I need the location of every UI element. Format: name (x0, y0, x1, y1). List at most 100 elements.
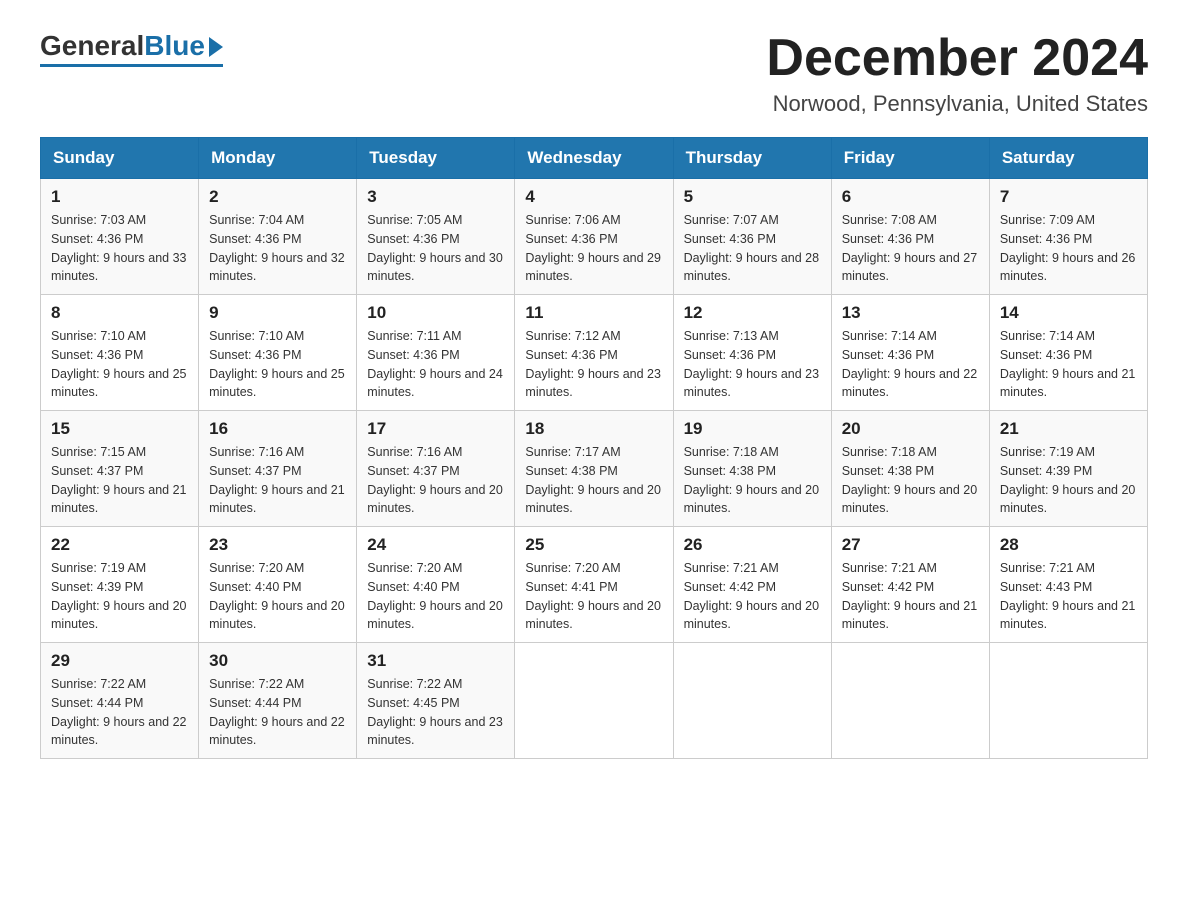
day-info: Sunrise: 7:16 AMSunset: 4:37 PMDaylight:… (367, 443, 504, 518)
day-info: Sunrise: 7:10 AMSunset: 4:36 PMDaylight:… (51, 327, 188, 402)
day-info: Sunrise: 7:22 AMSunset: 4:45 PMDaylight:… (367, 675, 504, 750)
weekday-header-monday: Monday (199, 138, 357, 179)
calendar-day-cell: 13Sunrise: 7:14 AMSunset: 4:36 PMDayligh… (831, 295, 989, 411)
day-number: 26 (684, 535, 821, 555)
day-info: Sunrise: 7:11 AMSunset: 4:36 PMDaylight:… (367, 327, 504, 402)
day-number: 5 (684, 187, 821, 207)
day-number: 30 (209, 651, 346, 671)
day-info: Sunrise: 7:18 AMSunset: 4:38 PMDaylight:… (842, 443, 979, 518)
calendar-day-cell: 27 Sunrise: 7:21 AMSunset: 4:42 PMDayligh… (831, 527, 989, 643)
day-number: 6 (842, 187, 979, 207)
weekday-header-sunday: Sunday (41, 138, 199, 179)
logo-blue-text: Blue (144, 30, 205, 62)
calendar-week-row: 15 Sunrise: 7:15 AMSunset: 4:37 PMDayligh… (41, 411, 1148, 527)
calendar-day-cell: 16 Sunrise: 7:16 AMSunset: 4:37 PMDayligh… (199, 411, 357, 527)
day-info: Sunrise: 7:14 AMSunset: 4:36 PMDaylight:… (1000, 327, 1137, 402)
day-info: Sunrise: 7:15 AMSunset: 4:37 PMDaylight:… (51, 443, 188, 518)
day-number: 24 (367, 535, 504, 555)
calendar-day-cell: 14 Sunrise: 7:14 AMSunset: 4:36 PMDayligh… (989, 295, 1147, 411)
calendar-day-cell (831, 643, 989, 759)
day-info: Sunrise: 7:19 AMSunset: 4:39 PMDaylight:… (1000, 443, 1137, 518)
day-number: 19 (684, 419, 821, 439)
day-info: Sunrise: 7:21 AMSunset: 4:42 PMDaylight:… (842, 559, 979, 634)
day-info: Sunrise: 7:03 AMSunset: 4:36 PMDaylight:… (51, 211, 188, 286)
month-year-title: December 2024 (766, 30, 1148, 87)
day-info: Sunrise: 7:09 AMSunset: 4:36 PMDaylight:… (1000, 211, 1137, 286)
day-info: Sunrise: 7:21 AMSunset: 4:43 PMDaylight:… (1000, 559, 1137, 634)
day-number: 16 (209, 419, 346, 439)
weekday-header-friday: Friday (831, 138, 989, 179)
logo-general-text: General (40, 30, 144, 62)
calendar-day-cell: 15 Sunrise: 7:15 AMSunset: 4:37 PMDayligh… (41, 411, 199, 527)
day-number: 27 (842, 535, 979, 555)
calendar-day-cell: 3Sunrise: 7:05 AMSunset: 4:36 PMDaylight… (357, 179, 515, 295)
title-area: December 2024 Norwood, Pennsylvania, Uni… (766, 30, 1148, 117)
day-info: Sunrise: 7:19 AMSunset: 4:39 PMDaylight:… (51, 559, 188, 634)
day-number: 21 (1000, 419, 1137, 439)
calendar-day-cell: 10 Sunrise: 7:11 AMSunset: 4:36 PMDayligh… (357, 295, 515, 411)
calendar-week-row: 1 Sunrise: 7:03 AMSunset: 4:36 PMDaylight… (41, 179, 1148, 295)
weekday-header-wednesday: Wednesday (515, 138, 673, 179)
day-number: 17 (367, 419, 504, 439)
logo-arrow-icon (209, 37, 223, 57)
calendar-week-row: 8Sunrise: 7:10 AMSunset: 4:36 PMDaylight… (41, 295, 1148, 411)
day-number: 9 (209, 303, 346, 323)
day-number: 15 (51, 419, 188, 439)
calendar-day-cell (515, 643, 673, 759)
day-number: 4 (525, 187, 662, 207)
day-info: Sunrise: 7:17 AMSunset: 4:38 PMDaylight:… (525, 443, 662, 518)
calendar-day-cell: 18 Sunrise: 7:17 AMSunset: 4:38 PMDayligh… (515, 411, 673, 527)
day-info: Sunrise: 7:07 AMSunset: 4:36 PMDaylight:… (684, 211, 821, 286)
calendar-day-cell: 22 Sunrise: 7:19 AMSunset: 4:39 PMDayligh… (41, 527, 199, 643)
calendar-day-cell: 26 Sunrise: 7:21 AMSunset: 4:42 PMDayligh… (673, 527, 831, 643)
day-info: Sunrise: 7:10 AMSunset: 4:36 PMDaylight:… (209, 327, 346, 402)
day-number: 7 (1000, 187, 1137, 207)
day-number: 10 (367, 303, 504, 323)
calendar-week-row: 29Sunrise: 7:22 AMSunset: 4:44 PMDayligh… (41, 643, 1148, 759)
day-info: Sunrise: 7:12 AMSunset: 4:36 PMDaylight:… (525, 327, 662, 402)
day-number: 20 (842, 419, 979, 439)
day-number: 3 (367, 187, 504, 207)
day-number: 12 (684, 303, 821, 323)
day-info: Sunrise: 7:21 AMSunset: 4:42 PMDaylight:… (684, 559, 821, 634)
day-info: Sunrise: 7:20 AMSunset: 4:40 PMDaylight:… (367, 559, 504, 634)
calendar-day-cell: 2 Sunrise: 7:04 AMSunset: 4:36 PMDaylight… (199, 179, 357, 295)
calendar-day-cell (673, 643, 831, 759)
logo-blue-part: Blue (144, 30, 223, 62)
calendar-day-cell: 5 Sunrise: 7:07 AMSunset: 4:36 PMDaylight… (673, 179, 831, 295)
calendar-day-cell: 11Sunrise: 7:12 AMSunset: 4:36 PMDayligh… (515, 295, 673, 411)
calendar-day-cell: 30 Sunrise: 7:22 AMSunset: 4:44 PMDayligh… (199, 643, 357, 759)
calendar-day-cell: 29Sunrise: 7:22 AMSunset: 4:44 PMDayligh… (41, 643, 199, 759)
calendar-day-cell: 31 Sunrise: 7:22 AMSunset: 4:45 PMDayligh… (357, 643, 515, 759)
day-info: Sunrise: 7:06 AMSunset: 4:36 PMDaylight:… (525, 211, 662, 286)
day-number: 28 (1000, 535, 1137, 555)
day-number: 23 (209, 535, 346, 555)
calendar-day-cell: 24 Sunrise: 7:20 AMSunset: 4:40 PMDayligh… (357, 527, 515, 643)
day-number: 31 (367, 651, 504, 671)
day-info: Sunrise: 7:22 AMSunset: 4:44 PMDaylight:… (51, 675, 188, 750)
calendar-day-cell: 12Sunrise: 7:13 AMSunset: 4:36 PMDayligh… (673, 295, 831, 411)
calendar-day-cell: 4 Sunrise: 7:06 AMSunset: 4:36 PMDaylight… (515, 179, 673, 295)
day-number: 13 (842, 303, 979, 323)
calendar-table: SundayMondayTuesdayWednesdayThursdayFrid… (40, 137, 1148, 759)
calendar-day-cell: 7 Sunrise: 7:09 AMSunset: 4:36 PMDaylight… (989, 179, 1147, 295)
day-info: Sunrise: 7:08 AMSunset: 4:36 PMDaylight:… (842, 211, 979, 286)
weekday-header-thursday: Thursday (673, 138, 831, 179)
calendar-day-cell: 21 Sunrise: 7:19 AMSunset: 4:39 PMDayligh… (989, 411, 1147, 527)
day-number: 14 (1000, 303, 1137, 323)
day-info: Sunrise: 7:04 AMSunset: 4:36 PMDaylight:… (209, 211, 346, 286)
day-number: 2 (209, 187, 346, 207)
day-number: 22 (51, 535, 188, 555)
weekday-header-tuesday: Tuesday (357, 138, 515, 179)
day-info: Sunrise: 7:16 AMSunset: 4:37 PMDaylight:… (209, 443, 346, 518)
calendar-day-cell: 23 Sunrise: 7:20 AMSunset: 4:40 PMDayligh… (199, 527, 357, 643)
day-info: Sunrise: 7:20 AMSunset: 4:40 PMDaylight:… (209, 559, 346, 634)
day-info: Sunrise: 7:22 AMSunset: 4:44 PMDaylight:… (209, 675, 346, 750)
calendar-day-cell: 6 Sunrise: 7:08 AMSunset: 4:36 PMDaylight… (831, 179, 989, 295)
calendar-day-cell: 25Sunrise: 7:20 AMSunset: 4:41 PMDayligh… (515, 527, 673, 643)
day-number: 1 (51, 187, 188, 207)
weekday-header-saturday: Saturday (989, 138, 1147, 179)
calendar-day-cell: 17 Sunrise: 7:16 AMSunset: 4:37 PMDayligh… (357, 411, 515, 527)
logo-underline (40, 64, 223, 67)
day-number: 18 (525, 419, 662, 439)
